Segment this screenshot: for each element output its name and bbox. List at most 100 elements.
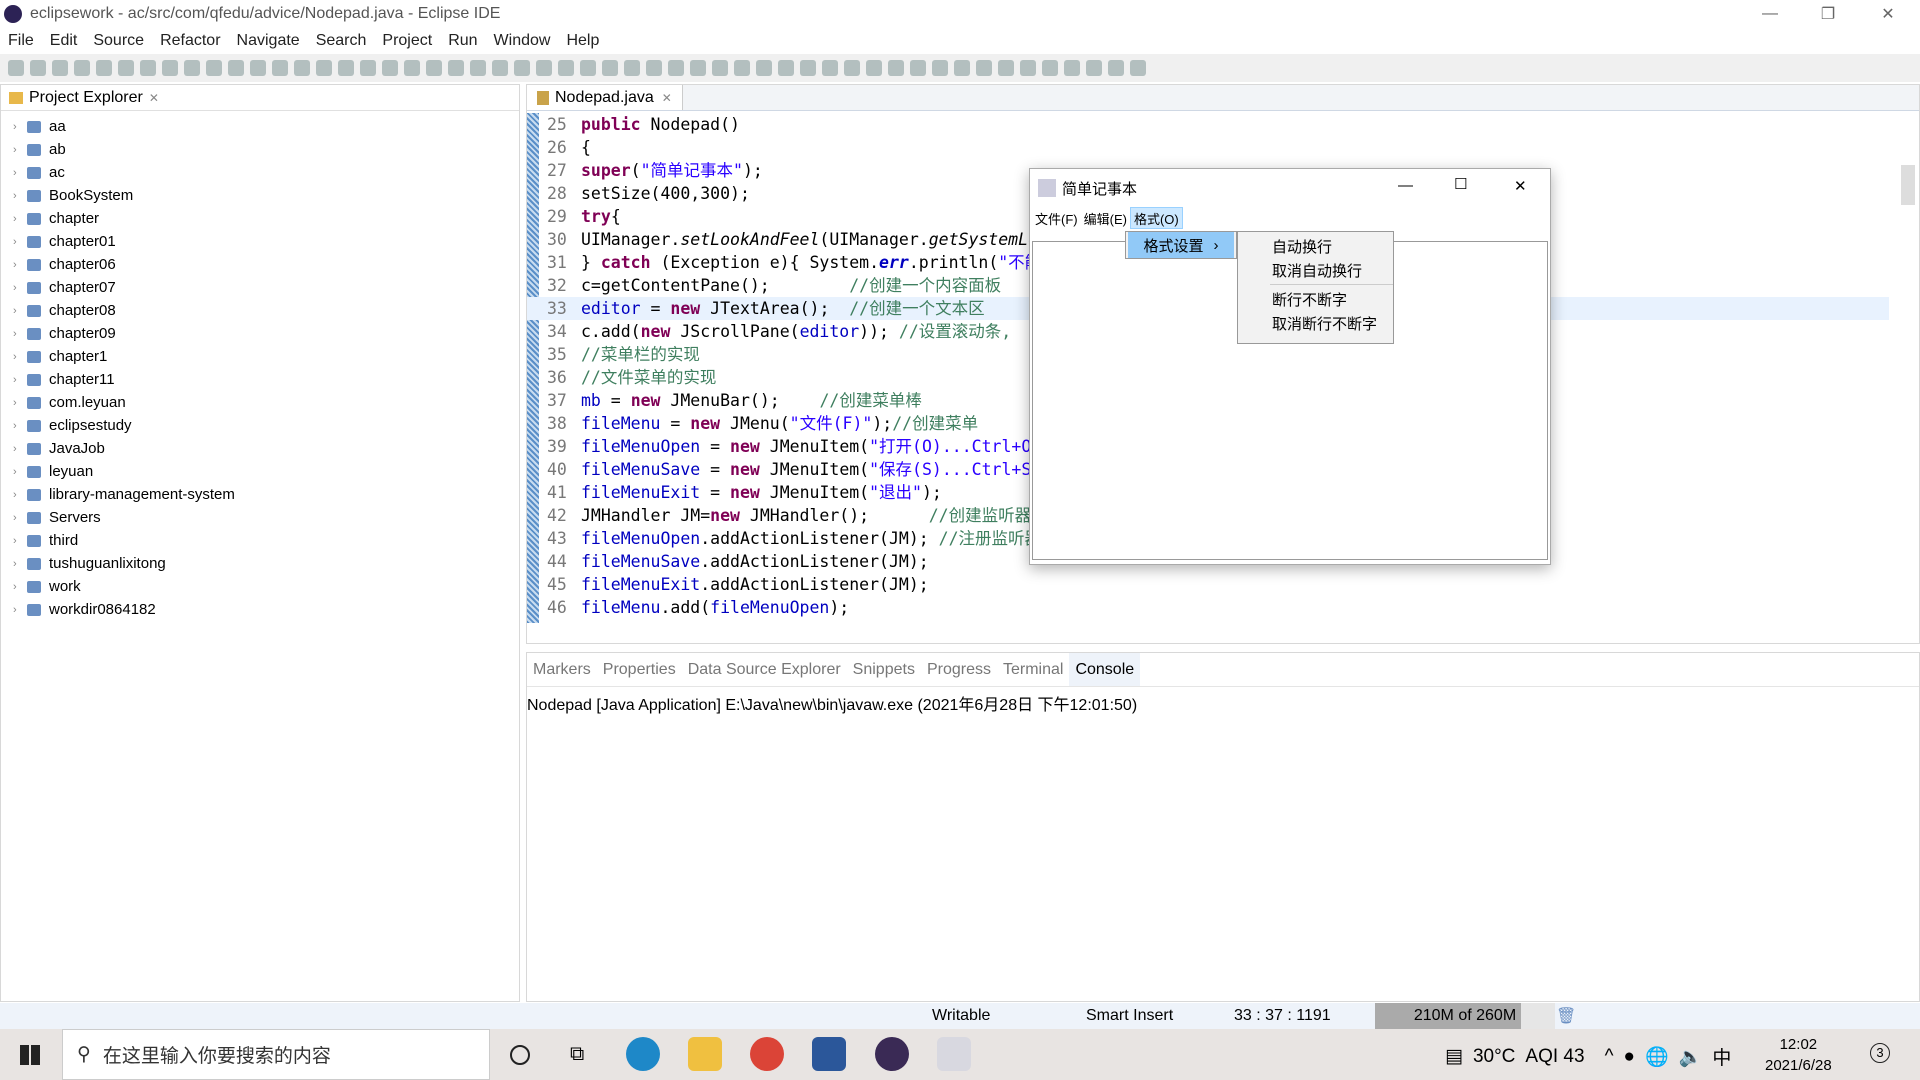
project-item[interactable]: › BookSystem	[1, 184, 519, 207]
volume-icon[interactable]: 🔈	[1679, 1045, 1703, 1069]
project-item[interactable]: › eclipsestudy	[1, 414, 519, 437]
tab-snippets[interactable]: Snippets	[847, 661, 921, 679]
menu-navigate[interactable]: Navigate	[229, 32, 308, 50]
toolbar-button-icon[interactable]	[602, 60, 618, 76]
submenu-item[interactable]: 取消断行不断字	[1238, 311, 1393, 335]
toolbar-button-icon[interactable]	[404, 60, 420, 76]
project-item[interactable]: › chapter08	[1, 299, 519, 322]
toolbar-button-icon[interactable]	[932, 60, 948, 76]
chevron-right-icon[interactable]: ›	[13, 213, 27, 225]
toolbar-button-icon[interactable]	[536, 60, 552, 76]
project-item[interactable]: › work	[1, 575, 519, 598]
toolbar-button-icon[interactable]	[250, 60, 266, 76]
vertical-scrollbar[interactable]	[1901, 125, 1915, 625]
tab-nodepad-java[interactable]: Nodepad.java ✕	[527, 85, 683, 110]
clock[interactable]: 12:02 2021/6/28	[1765, 1034, 1832, 1076]
aqi-text[interactable]: AQI 43	[1525, 1046, 1584, 1068]
close-tab-icon[interactable]: ✕	[149, 91, 159, 105]
minimize-button[interactable]: —	[1398, 177, 1413, 194]
toolbar-button-icon[interactable]	[998, 60, 1014, 76]
chevron-right-icon[interactable]: ›	[13, 535, 27, 547]
toolbar-button-icon[interactable]	[910, 60, 926, 76]
edge-icon[interactable]	[626, 1037, 660, 1071]
chevron-right-icon[interactable]: ›	[13, 121, 27, 133]
toolbar-button-icon[interactable]	[624, 60, 640, 76]
toolbar-button-icon[interactable]	[74, 60, 90, 76]
close-tab-icon[interactable]: ✕	[662, 91, 672, 105]
toolbar-button-icon[interactable]	[866, 60, 882, 76]
chevron-right-icon[interactable]: ›	[13, 466, 27, 478]
toolbar-button-icon[interactable]	[184, 60, 200, 76]
tab-console[interactable]: Console	[1069, 653, 1141, 686]
toolbar-button-icon[interactable]	[492, 60, 508, 76]
chevron-up-icon[interactable]: ^	[1605, 1046, 1614, 1068]
project-item[interactable]: › com.leyuan	[1, 391, 519, 414]
chevron-right-icon[interactable]: ›	[13, 190, 27, 202]
menu-window[interactable]: Window	[486, 32, 559, 50]
toolbar-button-icon[interactable]	[228, 60, 244, 76]
toolbar-button-icon[interactable]	[668, 60, 684, 76]
notepad-menu-0[interactable]: 文件(F)	[1032, 207, 1081, 229]
toolbar-button-icon[interactable]	[338, 60, 354, 76]
toolbar-button-icon[interactable]	[844, 60, 860, 76]
toolbar-button-icon[interactable]	[690, 60, 706, 76]
project-item[interactable]: › chapter06	[1, 253, 519, 276]
toolbar-button-icon[interactable]	[96, 60, 112, 76]
menu-item-format-settings[interactable]: 格式设置 ›	[1128, 232, 1234, 258]
menu-source[interactable]: Source	[85, 32, 152, 50]
toolbar-button-icon[interactable]	[382, 60, 398, 76]
network-icon[interactable]: 🌐	[1645, 1045, 1669, 1069]
project-item[interactable]: › chapter07	[1, 276, 519, 299]
close-button[interactable]: ✕	[1860, 0, 1916, 28]
toolbar-button-icon[interactable]	[558, 60, 574, 76]
toolbar-button-icon[interactable]	[8, 60, 24, 76]
chevron-right-icon[interactable]: ›	[13, 374, 27, 386]
qq-icon[interactable]: ●	[1623, 1046, 1634, 1068]
tab-properties[interactable]: Properties	[597, 661, 682, 679]
toolbar-button-icon[interactable]	[580, 60, 596, 76]
chevron-right-icon[interactable]: ›	[13, 236, 27, 248]
toolbar-button-icon[interactable]	[646, 60, 662, 76]
project-item[interactable]: › chapter11	[1, 368, 519, 391]
chevron-right-icon[interactable]: ›	[13, 397, 27, 409]
file-explorer-icon[interactable]	[688, 1037, 722, 1071]
toolbar-button-icon[interactable]	[976, 60, 992, 76]
toolbar-button-icon[interactable]	[1108, 60, 1124, 76]
restore-button[interactable]: ❐	[1800, 0, 1856, 28]
toolbar-button-icon[interactable]	[712, 60, 728, 76]
toolbar-button-icon[interactable]	[954, 60, 970, 76]
project-item[interactable]: › JavaJob	[1, 437, 519, 460]
project-item[interactable]: › ab	[1, 138, 519, 161]
menu-refactor[interactable]: Refactor	[152, 32, 228, 50]
project-item[interactable]: › tushuguanlixitong	[1, 552, 519, 575]
toolbar-button-icon[interactable]	[800, 60, 816, 76]
toolbar-button-icon[interactable]	[52, 60, 68, 76]
toolbar-button-icon[interactable]	[272, 60, 288, 76]
maximize-button[interactable]: ☐	[1454, 175, 1467, 193]
toolbar-button-icon[interactable]	[426, 60, 442, 76]
toolbar-button-icon[interactable]	[470, 60, 486, 76]
notepad-menu-2[interactable]: 格式(O)	[1129, 207, 1183, 229]
news-icon[interactable]: ▤	[1445, 1045, 1463, 1068]
chevron-right-icon[interactable]: ›	[13, 489, 27, 501]
menu-help[interactable]: Help	[558, 32, 607, 50]
chevron-right-icon[interactable]: ›	[13, 305, 27, 317]
chevron-right-icon[interactable]: ›	[13, 443, 27, 455]
eclipse-taskbar-icon[interactable]	[875, 1037, 909, 1071]
project-item[interactable]: › chapter1	[1, 345, 519, 368]
notification-icon[interactable]: 3	[1870, 1043, 1890, 1063]
tab-data-source-explorer[interactable]: Data Source Explorer	[682, 661, 847, 679]
tab-progress[interactable]: Progress	[921, 661, 997, 679]
toolbar-button-icon[interactable]	[118, 60, 134, 76]
menu-edit[interactable]: Edit	[42, 32, 86, 50]
chevron-right-icon[interactable]: ›	[13, 144, 27, 156]
weather-text[interactable]: 30°C	[1473, 1046, 1515, 1068]
toolbar-button-icon[interactable]	[206, 60, 222, 76]
menu-file[interactable]: File	[0, 32, 42, 50]
toolbar-button-icon[interactable]	[822, 60, 838, 76]
project-item[interactable]: › chapter01	[1, 230, 519, 253]
chevron-right-icon[interactable]: ›	[13, 282, 27, 294]
toolbar-button-icon[interactable]	[294, 60, 310, 76]
heap-memory-indicator[interactable]: 210M of 260M	[1375, 1003, 1555, 1029]
chevron-right-icon[interactable]: ›	[13, 420, 27, 432]
